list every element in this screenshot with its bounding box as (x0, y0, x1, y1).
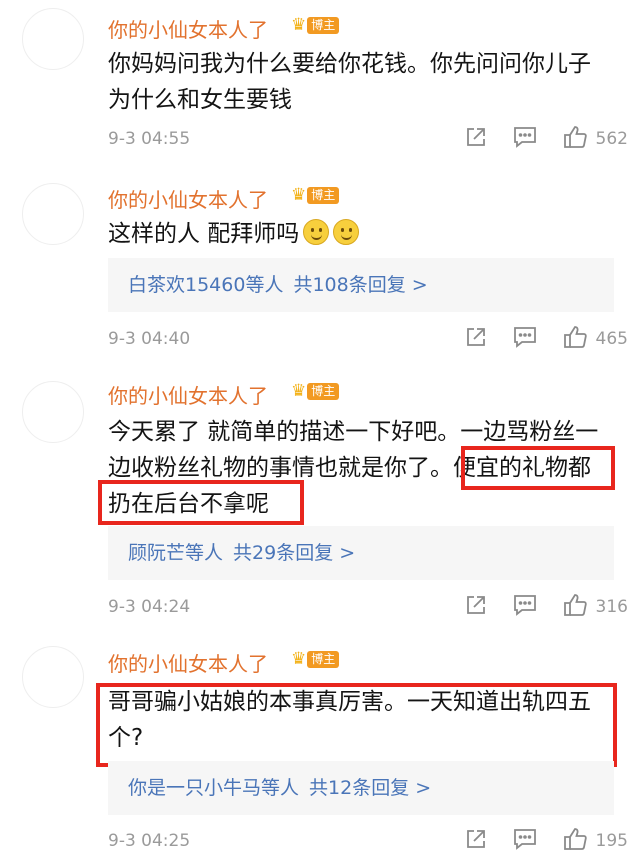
badge-label: 博主 (307, 17, 340, 34)
comment-actions: 562 (440, 124, 628, 154)
blogger-badge: ♛ 博主 (291, 15, 340, 35)
comment-line: 今天累了 就简单的描述一下好吧。一边骂粉丝一 (108, 419, 599, 445)
crown-icon: ♛ (291, 649, 307, 669)
comment-line: 你妈妈问我为什么要给你花钱。你先问问你儿子 (108, 51, 591, 77)
comment-icon[interactable] (512, 593, 538, 621)
reply-count-link[interactable]: 共29条回复 > (233, 542, 355, 564)
avatar[interactable] (22, 183, 84, 245)
replies-summary[interactable]: 顾阮芒等人 共29条回复 > (108, 526, 614, 580)
comment-actions: 316 (440, 592, 628, 622)
timestamp: 9-3 04:25 (108, 831, 191, 851)
like-count: 316 (595, 597, 628, 617)
timestamp: 9-3 04:40 (108, 329, 191, 349)
timestamp: 9-3 04:55 (108, 129, 191, 149)
highlight-box (96, 683, 617, 767)
comment-icon[interactable] (512, 325, 538, 353)
comment-1: 你的小仙女本人了 ♛ 博主 你妈妈问我为什么要给你花钱。你先问问你儿子 为什么和… (0, 0, 640, 160)
like-icon[interactable] (562, 124, 588, 154)
highlight-box (98, 480, 304, 525)
comment-2: 你的小仙女本人了 ♛ 博主 这样的人 配拜师吗 白茶欢15460等人 共108条回… (0, 170, 640, 360)
share-icon[interactable] (464, 125, 488, 153)
username[interactable]: 你的小仙女本人了 (108, 184, 268, 213)
reply-users[interactable]: 你是一只小牛马等人 (108, 777, 299, 799)
like-count: 562 (595, 129, 628, 149)
replies-summary[interactable]: 你是一只小牛马等人 共12条回复 > (108, 761, 614, 815)
badge-label: 博主 (307, 187, 340, 204)
comment-icon[interactable] (512, 827, 538, 855)
like-count: 465 (595, 329, 628, 349)
comment-line: 为什么和女生要钱 (108, 87, 292, 113)
username[interactable]: 你的小仙女本人了 (108, 380, 268, 409)
share-icon[interactable] (464, 325, 488, 353)
crown-icon: ♛ (291, 15, 307, 35)
like-icon[interactable] (562, 324, 588, 354)
avatar[interactable] (22, 8, 84, 70)
share-icon[interactable] (464, 593, 488, 621)
highlight-box (461, 446, 615, 490)
blogger-badge: ♛ 博主 (291, 381, 340, 401)
comment-text: 这样的人 配拜师吗 (108, 216, 628, 252)
crown-icon: ♛ (291, 381, 307, 401)
blogger-badge: ♛ 博主 (291, 185, 340, 205)
comment-text: 你妈妈问我为什么要给你花钱。你先问问你儿子 为什么和女生要钱 (108, 46, 628, 118)
smile-emoji (303, 219, 330, 245)
like-icon[interactable] (562, 826, 588, 856)
reply-count-link[interactable]: 共108条回复 > (293, 274, 427, 296)
comment-4: 你的小仙女本人了 ♛ 博主 哥哥骗小姑娘的本事真厉害。一天知道出轨四五 个? 你… (0, 640, 640, 867)
smile-emoji (333, 219, 360, 245)
crown-icon: ♛ (291, 185, 307, 205)
username[interactable]: 你的小仙女本人了 (108, 14, 268, 43)
replies-summary[interactable]: 白茶欢15460等人 共108条回复 > (108, 258, 614, 312)
badge-label: 博主 (307, 383, 340, 400)
comment-actions: 465 (440, 324, 628, 354)
comment-line: 这样的人 配拜师吗 (108, 221, 300, 247)
share-icon[interactable] (464, 827, 488, 855)
blogger-badge: ♛ 博主 (291, 649, 340, 669)
like-count: 195 (595, 831, 628, 851)
avatar[interactable] (22, 646, 84, 708)
comment-actions: 195 (440, 826, 628, 856)
reply-users[interactable]: 顾阮芒等人 (108, 542, 223, 564)
avatar[interactable] (22, 381, 84, 443)
reply-users[interactable]: 白茶欢15460等人 (108, 274, 283, 296)
like-icon[interactable] (562, 592, 588, 622)
badge-label: 博主 (307, 651, 340, 668)
comment-icon[interactable] (512, 125, 538, 153)
timestamp: 9-3 04:24 (108, 597, 191, 617)
username[interactable]: 你的小仙女本人了 (108, 648, 268, 677)
reply-count-link[interactable]: 共12条回复 > (309, 777, 431, 799)
comment-3: 你的小仙女本人了 ♛ 博主 今天累了 就简单的描述一下好吧。一边骂粉丝一 边收粉… (0, 370, 640, 640)
